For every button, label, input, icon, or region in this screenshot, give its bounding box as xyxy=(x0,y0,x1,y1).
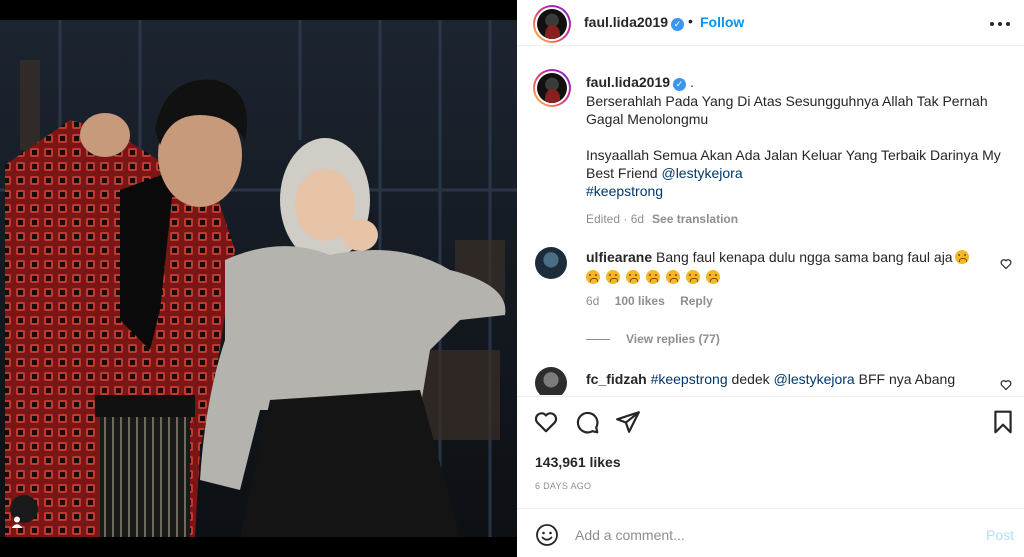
verified-badge-icon: ✓ xyxy=(673,78,687,91)
comment-hashtag[interactable]: #keepstrong xyxy=(651,371,728,387)
comment-username[interactable]: ulfiearane xyxy=(586,249,652,265)
sad-face-icon xyxy=(606,270,620,284)
sad-face-icon xyxy=(666,270,680,284)
caption-username[interactable]: faul.lida2019 xyxy=(586,74,670,90)
share-icon[interactable] xyxy=(615,409,641,435)
sad-face-icon xyxy=(686,270,700,284)
header-separator: • xyxy=(688,13,693,29)
comment-input[interactable] xyxy=(575,524,955,546)
comment-text: dedek xyxy=(731,371,770,387)
more-options-icon[interactable] xyxy=(990,14,1010,34)
sad-face-icon xyxy=(646,270,660,284)
comment-text: BFF nya Abang xyxy=(858,371,956,387)
sad-face-icon xyxy=(706,270,720,284)
see-translation-button[interactable]: See translation xyxy=(652,212,738,226)
comment-time: 6d xyxy=(586,294,600,308)
follow-button[interactable]: Follow xyxy=(700,14,744,30)
caption-hashtag[interactable]: #keepstrong xyxy=(586,182,1006,200)
author-username[interactable]: faul.lida2019 ✓ xyxy=(584,14,685,31)
photo-image xyxy=(0,20,517,537)
sad-face-icon xyxy=(954,250,969,264)
comment-username[interactable]: fc_fidzah xyxy=(586,371,647,387)
comment-item: ulfiearane Bang faul kenapa dulu ngga sa… xyxy=(586,247,996,287)
like-comment-heart-icon[interactable] xyxy=(1000,258,1012,270)
post-header: faul.lida2019 ✓ • Follow xyxy=(517,0,1024,46)
caption: faul.lida2019 ✓ . Berserahlah Pada Yang D… xyxy=(586,73,1006,228)
caption-mention[interactable]: @lestykejora xyxy=(661,165,742,181)
caption-avatar[interactable] xyxy=(533,69,571,107)
heart-icon[interactable] xyxy=(533,409,559,435)
comment-icon[interactable] xyxy=(574,409,600,435)
sad-face-icon xyxy=(586,270,600,284)
emoji-icon[interactable] xyxy=(535,523,559,547)
comment-composer: Post xyxy=(517,508,1024,557)
verified-badge-icon: ✓ xyxy=(671,18,685,31)
caption-line-1: Berserahlah Pada Yang Di Atas Sesungguhn… xyxy=(586,93,988,127)
sad-face-icon xyxy=(626,270,640,284)
post-photo[interactable] xyxy=(0,0,517,557)
comment-text: Bang faul kenapa dulu ngga sama bang fau… xyxy=(656,249,953,265)
comment-meta: 6d 100 likes Reply xyxy=(586,294,725,308)
post-side-panel: faul.lida2019 ✓ • Follow faul.lida2019 ✓ .… xyxy=(517,0,1024,557)
post-comment-button[interactable]: Post xyxy=(986,527,1014,543)
comment-likes[interactable]: 100 likes xyxy=(615,294,665,308)
caption-edited: Edited · 6d xyxy=(586,212,645,226)
tag-user-icon[interactable] xyxy=(10,495,38,528)
author-avatar[interactable] xyxy=(533,5,571,43)
comment-avatar[interactable] xyxy=(535,247,567,279)
bookmark-icon[interactable] xyxy=(990,409,1016,435)
caption-meta: Edited · 6d See translation xyxy=(586,210,1006,228)
caption-trailing: . xyxy=(689,74,694,90)
comments-section[interactable]: faul.lida2019 ✓ . Berserahlah Pada Yang D… xyxy=(517,47,1024,395)
comment-avatar[interactable] xyxy=(535,367,567,395)
caption-line-2: Insyaallah Semua Akan Ada Jalan Keluar Y… xyxy=(586,147,1001,181)
reply-button[interactable]: Reply xyxy=(680,294,713,308)
post-timestamp[interactable]: 6 DAYS AGO xyxy=(535,481,591,491)
post-actions: 143,961 likes 6 DAYS AGO xyxy=(517,396,1024,508)
likes-count[interactable]: 143,961 likes xyxy=(535,454,621,470)
comment-item: fc_fidzah #keepstrong dedek @lestykejora… xyxy=(586,369,996,389)
like-comment-heart-icon[interactable] xyxy=(1000,379,1012,391)
view-replies-button[interactable]: View replies (77) xyxy=(586,332,720,346)
comment-mention[interactable]: @lestykejora xyxy=(774,371,855,387)
